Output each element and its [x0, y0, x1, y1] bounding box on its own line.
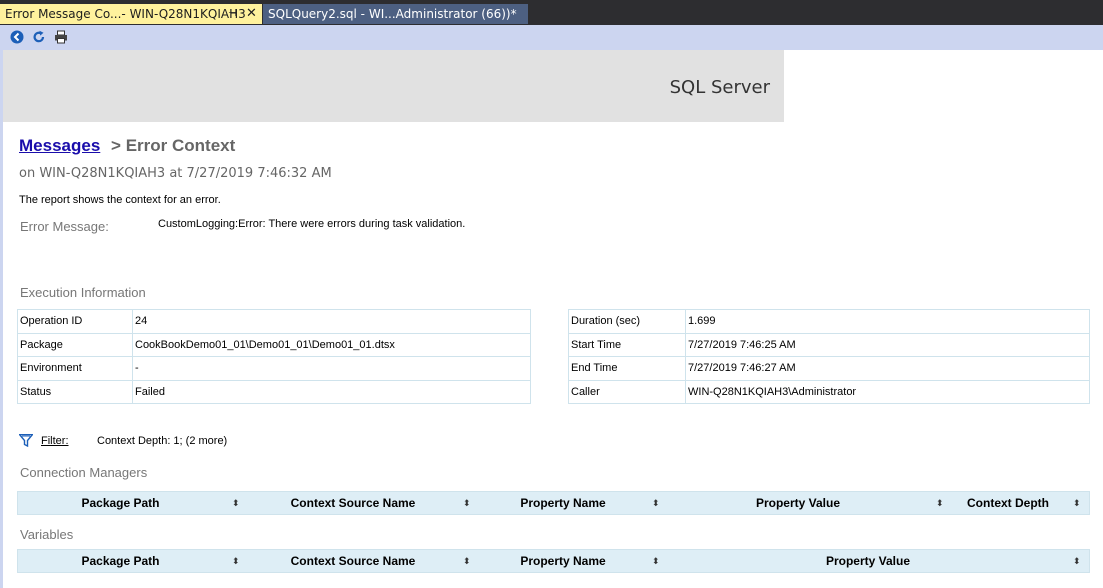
row-key: End Time	[568, 356, 686, 381]
sort-icon[interactable]: ⬍	[652, 492, 660, 514]
row-value: WIN-Q28N1KQIAH3\Administrator	[685, 379, 1090, 404]
column-header-context-source-name[interactable]: Context Source Name	[283, 550, 423, 572]
sort-icon[interactable]: ⬍	[652, 550, 660, 572]
table-row: Start Time 7/27/2019 7:46:25 AM	[568, 332, 1090, 357]
close-icon[interactable]: ✕	[246, 4, 257, 24]
table-row: Package CookBookDemo01_01\Demo01_01\Demo…	[17, 332, 531, 357]
column-header-package-path[interactable]: Package Path	[58, 550, 183, 572]
table-row: Duration (sec) 1.699	[568, 309, 1090, 334]
connection-managers-header-row: Package Path ⬍ Context Source Name ⬍ Pro…	[17, 491, 1090, 515]
filter-summary: Context Depth: 1; (2 more)	[97, 435, 228, 447]
breadcrumb-separator: >	[111, 136, 121, 155]
page-title: Error Context	[125, 136, 236, 155]
column-header-property-value[interactable]: Property Value	[808, 550, 928, 572]
report-toolbar	[0, 25, 1103, 50]
table-row: Status Failed	[17, 379, 531, 404]
row-key: Caller	[568, 379, 686, 404]
filter-icon[interactable]	[19, 434, 33, 447]
column-header-property-name[interactable]: Property Name	[508, 550, 618, 572]
sort-icon[interactable]: ⬍	[936, 492, 944, 514]
execution-info-right-table: Duration (sec) 1.699 Start Time 7/27/201…	[568, 309, 1090, 404]
refresh-icon[interactable]	[32, 30, 46, 44]
table-row: Caller WIN-Q28N1KQIAH3\Administrator	[568, 379, 1090, 404]
tab-label: SQLQuery2.sql - WI...Administrator (66))…	[268, 7, 517, 21]
back-icon[interactable]	[10, 30, 24, 44]
report-header-banner: SQL Server	[3, 50, 784, 122]
product-brand: SQL Server	[669, 77, 770, 98]
row-key: Environment	[17, 356, 133, 381]
row-value: 7/27/2019 7:46:27 AM	[685, 356, 1090, 381]
row-value: CookBookDemo01_01\Demo01_01\Demo01_01.dt…	[132, 332, 531, 357]
column-header-context-source-name[interactable]: Context Source Name	[283, 492, 423, 514]
row-value: -	[132, 356, 531, 381]
row-value: 24	[132, 309, 531, 334]
row-key: Duration (sec)	[568, 309, 686, 334]
variables-header-row: Package Path ⬍ Context Source Name ⬍ Pro…	[17, 549, 1090, 573]
breadcrumb: Messages > Error Context	[19, 136, 235, 156]
sort-icon[interactable]: ⬍	[463, 492, 471, 514]
pin-icon[interactable]: ⊣	[228, 4, 237, 24]
column-header-property-name[interactable]: Property Name	[508, 492, 618, 514]
column-header-property-value[interactable]: Property Value	[738, 492, 858, 514]
breadcrumb-link-messages[interactable]: Messages	[19, 136, 100, 155]
tab-label: Error Message Co...- WIN-Q28N1KQIAH3	[5, 7, 246, 21]
error-message-label: Error Message:	[20, 219, 109, 234]
column-header-context-depth[interactable]: Context Depth	[958, 492, 1058, 514]
sort-icon[interactable]: ⬍	[1073, 550, 1081, 572]
left-border	[0, 50, 3, 588]
row-key: Operation ID	[17, 309, 133, 334]
execution-information-heading: Execution Information	[20, 285, 146, 300]
tab-error-message-context[interactable]: Error Message Co...- WIN-Q28N1KQIAH3 ⊣ ✕	[0, 4, 262, 24]
report-subtitle: on WIN-Q28N1KQIAH3 at 7/27/2019 7:46:32 …	[19, 166, 332, 181]
variables-heading: Variables	[20, 527, 74, 542]
column-header-package-path[interactable]: Package Path	[58, 492, 183, 514]
row-key: Status	[17, 379, 133, 404]
print-icon[interactable]	[54, 30, 68, 44]
row-value: Failed	[132, 379, 531, 404]
table-row: End Time 7/27/2019 7:46:27 AM	[568, 356, 1090, 381]
row-key: Start Time	[568, 332, 686, 357]
sort-icon[interactable]: ⬍	[232, 550, 240, 572]
connection-managers-heading: Connection Managers	[20, 465, 148, 480]
filter-link[interactable]: Filter:	[41, 435, 69, 447]
row-key: Package	[17, 332, 133, 357]
sort-icon[interactable]: ⬍	[1073, 492, 1081, 514]
document-tab-bar: Error Message Co...- WIN-Q28N1KQIAH3 ⊣ ✕…	[0, 0, 1103, 25]
table-row: Environment -	[17, 356, 531, 381]
table-row: Operation ID 24	[17, 309, 531, 334]
row-value: 1.699	[685, 309, 1090, 334]
error-message-value: CustomLogging:Error: There were errors d…	[158, 218, 466, 230]
sort-icon[interactable]: ⬍	[232, 492, 240, 514]
tab-sqlquery2[interactable]: SQLQuery2.sql - WI...Administrator (66))…	[263, 4, 528, 24]
report-description: The report shows the context for an erro…	[19, 194, 221, 206]
execution-info-left-table: Operation ID 24 Package CookBookDemo01_0…	[17, 309, 531, 404]
row-value: 7/27/2019 7:46:25 AM	[685, 332, 1090, 357]
sort-icon[interactable]: ⬍	[463, 550, 471, 572]
